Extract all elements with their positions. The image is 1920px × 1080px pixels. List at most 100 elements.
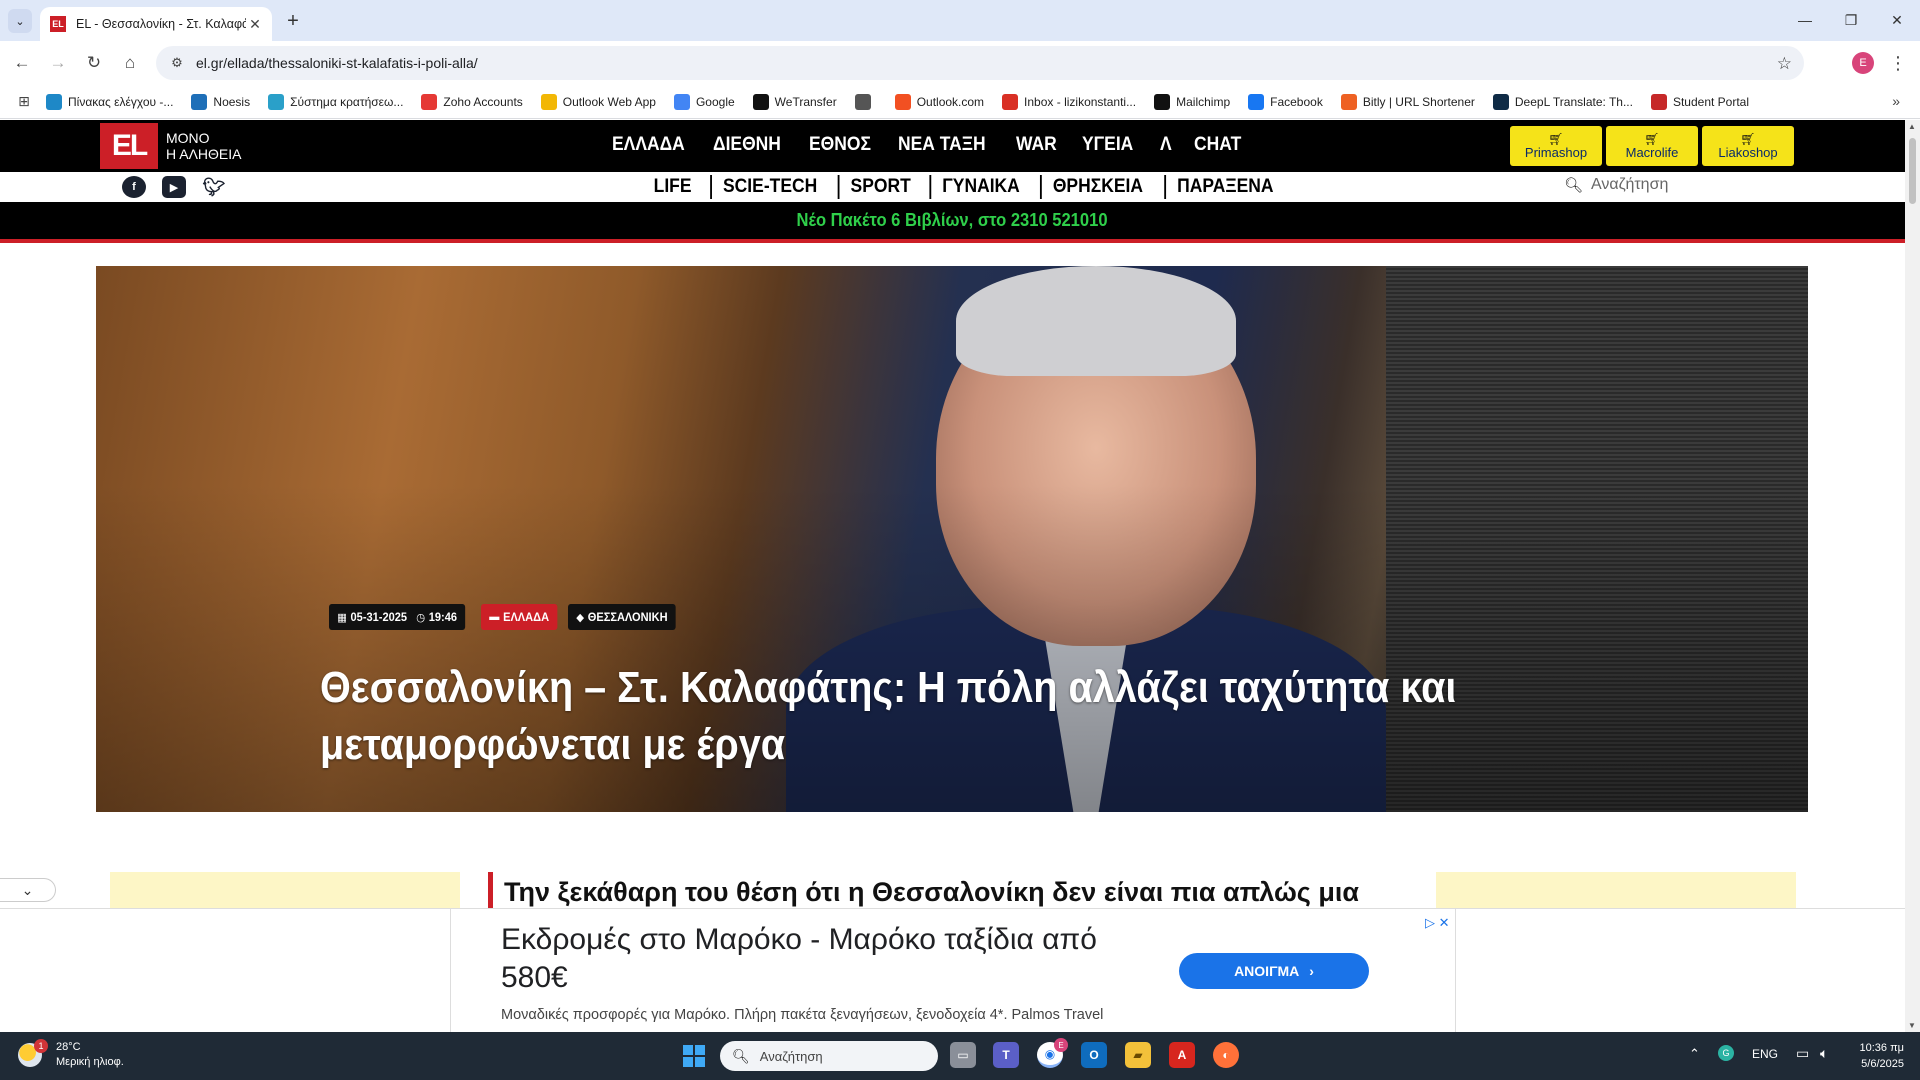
minimize-button[interactable]: — [1790, 8, 1820, 32]
nav-item-diethni[interactable]: ΔΙΕΘΝΗ [713, 134, 781, 156]
shop-button-macrolife[interactable]: 🛒︎ Macrolife [1606, 126, 1698, 166]
site-logo[interactable]: EL ΜΟΝΟ Η ΑΛΗΘΕΙΑ [100, 123, 250, 169]
nav-item-ethnos[interactable]: ΕΘΝΟΣ [809, 134, 871, 156]
task-view-icon[interactable]: ▭ [950, 1042, 976, 1068]
bookmark-item[interactable]: Noesis [191, 93, 251, 110]
system-clock[interactable]: 10:36 πμ 5/6/2025 [1848, 1040, 1904, 1072]
apps-grid-icon[interactable]: ⊞ [16, 93, 32, 110]
cart-icon: 🛒︎ [1740, 131, 1756, 146]
teams-icon[interactable]: T [993, 1042, 1019, 1068]
nav-item-war[interactable]: WAR [1016, 134, 1057, 156]
subnav-item-scie-tech[interactable]: SCIE-TECH [710, 175, 828, 199]
file-explorer-icon[interactable]: ▰ [1125, 1042, 1151, 1068]
forward-icon[interactable]: → [46, 51, 70, 75]
social-links: f ▶ 🐦︎ [122, 176, 242, 198]
bookmark-label: DeepL Translate: Th... [1514, 94, 1633, 109]
nav-item-lambda[interactable]: Λ [1160, 134, 1172, 156]
back-icon[interactable]: ← [10, 51, 34, 75]
site-info-icon[interactable]: ⚙ [168, 54, 186, 72]
scroll-thumb[interactable] [1909, 138, 1916, 204]
bookmark-item[interactable]: Mailchimp [1154, 93, 1231, 110]
bookmark-item[interactable]: Facebook [1248, 93, 1323, 110]
grammarly-icon[interactable]: G [1718, 1045, 1734, 1061]
subnav-item-thriskeia[interactable]: ΘΡΗΣΚΕΙΑ [1040, 175, 1154, 199]
start-button[interactable] [683, 1045, 705, 1067]
bookmark-item[interactable]: Zoho Accounts [421, 93, 523, 110]
bookmark-item[interactable]: Inbox - lizikonstanti... [1002, 93, 1136, 110]
windows-taskbar: 1 28°C Μερική ηλιοφ. 🔍︎ Αναζήτηση ▭ T ◉ … [0, 1032, 1920, 1080]
browser-toolbar: ← → ↻ ⌂ ⚙ el.gr/ellada/thessaloniki-st-k… [0, 41, 1920, 85]
youtube-icon[interactable]: ▶ [162, 176, 186, 198]
subnav-item-sport[interactable]: SPORT [837, 175, 921, 199]
outlook-icon[interactable]: O [1081, 1042, 1107, 1068]
acrobat-icon[interactable]: A [1169, 1042, 1195, 1068]
collapse-ad-button[interactable]: ⌄ [0, 878, 56, 902]
shop-label: Macrolife [1625, 144, 1679, 160]
nav-item-ygeia[interactable]: ΥΓΕΙΑ [1082, 134, 1133, 156]
bookmark-item[interactable]: Google [673, 93, 735, 110]
zoho-icon [421, 93, 438, 110]
nav-item-chat[interactable]: CHAT [1194, 134, 1241, 156]
weather-widget[interactable]: 1 28°C Μερική ηλιοφ. [18, 1039, 124, 1070]
ad-open-button[interactable]: ΑΝΟΙΓΜΑ › [1179, 953, 1369, 989]
ad-choices-icon[interactable]: ▷ ✕ [1425, 915, 1450, 931]
ad-title[interactable]: Εκδρομές στο Μαρόκο - Μαρόκο ταξίδια από… [501, 921, 1141, 997]
reload-icon[interactable]: ↻ [82, 51, 106, 75]
taskbar-search[interactable]: 🔍︎ Αναζήτηση [720, 1041, 938, 1071]
browser-menu-icon[interactable]: ⋮ [1888, 51, 1908, 75]
bookmark-label: Google [695, 94, 735, 109]
address-bar[interactable]: ⚙ el.gr/ellada/thessaloniki-st-kalafatis… [156, 46, 1804, 80]
bookmark-label: Noesis [213, 94, 251, 109]
chevron-up-icon[interactable]: ⌃ [1689, 1046, 1700, 1062]
bookmark-item[interactable]: Outlook.com [894, 93, 984, 110]
twitter-icon[interactable]: 🐦︎ [202, 176, 226, 198]
bookmark-item[interactable]: WeTransfer [752, 93, 837, 110]
network-icon[interactable]: ▭ [1796, 1045, 1809, 1062]
bookmark-item[interactable]: Πίνακας ελέγχου -... [46, 93, 173, 110]
tag-icon: ◆ [576, 611, 585, 624]
subnav-item-life[interactable]: LIFE [643, 175, 703, 199]
bookmark-item[interactable]: Outlook Web App [540, 93, 656, 110]
facebook-icon[interactable]: f [122, 176, 146, 198]
profile-avatar[interactable]: E [1852, 52, 1874, 74]
bookmark-item[interactable]: DeepL Translate: Th... [1492, 93, 1633, 110]
shop-button-liakoshop[interactable]: 🛒︎ Liakoshop [1702, 126, 1794, 166]
site-search[interactable]: 🔍︎ Αναζήτηση [1564, 176, 1668, 194]
more-bookmarks-icon[interactable]: » [1892, 93, 1900, 109]
bookmark-label: Mailchimp [1176, 94, 1231, 109]
folder-icon: ▬ [489, 611, 500, 623]
home-icon[interactable]: ⌂ [118, 51, 142, 75]
firefox-icon[interactable]: ◐ [1213, 1042, 1239, 1068]
topic-badge[interactable]: ◆ ΘΕΣΣΑΛΟΝΙΚΗ [568, 604, 676, 630]
restore-button[interactable]: ❐ [1836, 8, 1866, 32]
nav-item-ellada[interactable]: ΕΛΛΑΔΑ [612, 134, 685, 156]
tab-list-button[interactable]: ⌄ [8, 9, 32, 33]
page-scrollbar[interactable]: ▲ ▼ [1905, 120, 1920, 1032]
ad-content[interactable]: Εκδρομές στο Μαρόκο - Μαρόκο ταξίδια από… [450, 909, 1456, 1032]
promo-banner[interactable]: Νέο Πακέτο 6 Βιβλίων, στο 2310 521010 [0, 202, 1905, 243]
main-navigation: ΕΛΛΑΔΑ ΔΙΕΘΝΗ ΕΘΝΟΣ ΝΕΑ ΤΑΞΗ WAR ΥΓΕΙΑ Λ… [612, 134, 1268, 156]
bookmark-star-icon[interactable]: ☆ [1777, 54, 1792, 74]
scroll-up-icon[interactable]: ▲ [1908, 122, 1916, 131]
nav-item-nea-taxi[interactable]: ΝΕΑ ΤΑΞΗ [898, 134, 986, 156]
globe-icon [854, 93, 871, 110]
browser-tab[interactable]: EL EL - Θεσσαλονίκη - Στ. Καλαφάτης ✕ [40, 7, 272, 41]
category-badge[interactable]: ▬ ΕΛΛΑΔΑ [481, 604, 558, 630]
bookmark-item[interactable]: Σύστημα κρατήσεω... [268, 93, 403, 110]
close-tab-icon[interactable]: ✕ [246, 15, 264, 33]
bookmark-item[interactable]: Bitly | URL Shortener [1340, 93, 1475, 110]
subnav-item-gynaika[interactable]: ΓΥΝΑΙΚΑ [929, 175, 1030, 199]
shop-button-primashop[interactable]: 🛒︎ Primashop [1510, 126, 1602, 166]
url-text[interactable]: el.gr/ellada/thessaloniki-st-kalafatis-i… [196, 55, 478, 71]
bookmark-label: Bitly | URL Shortener [1362, 94, 1475, 109]
new-tab-button[interactable]: + [282, 10, 304, 32]
close-window-button[interactable]: ✕ [1882, 8, 1912, 32]
bookmark-item[interactable]: Student Portal [1650, 93, 1749, 110]
category-label: ΕΛΛΑΔΑ [503, 610, 550, 624]
weather-text: 28°C Μερική ηλιοφ. [56, 1040, 124, 1070]
subnav-item-paraxena[interactable]: ΠΑΡΑΞΕΝΑ [1164, 175, 1284, 199]
bookmark-item[interactable] [854, 93, 877, 110]
volume-icon[interactable]: 🔈︎ [1820, 1045, 1828, 1062]
scroll-down-icon[interactable]: ▼ [1908, 1021, 1916, 1030]
language-indicator[interactable]: ENG [1752, 1047, 1778, 1061]
